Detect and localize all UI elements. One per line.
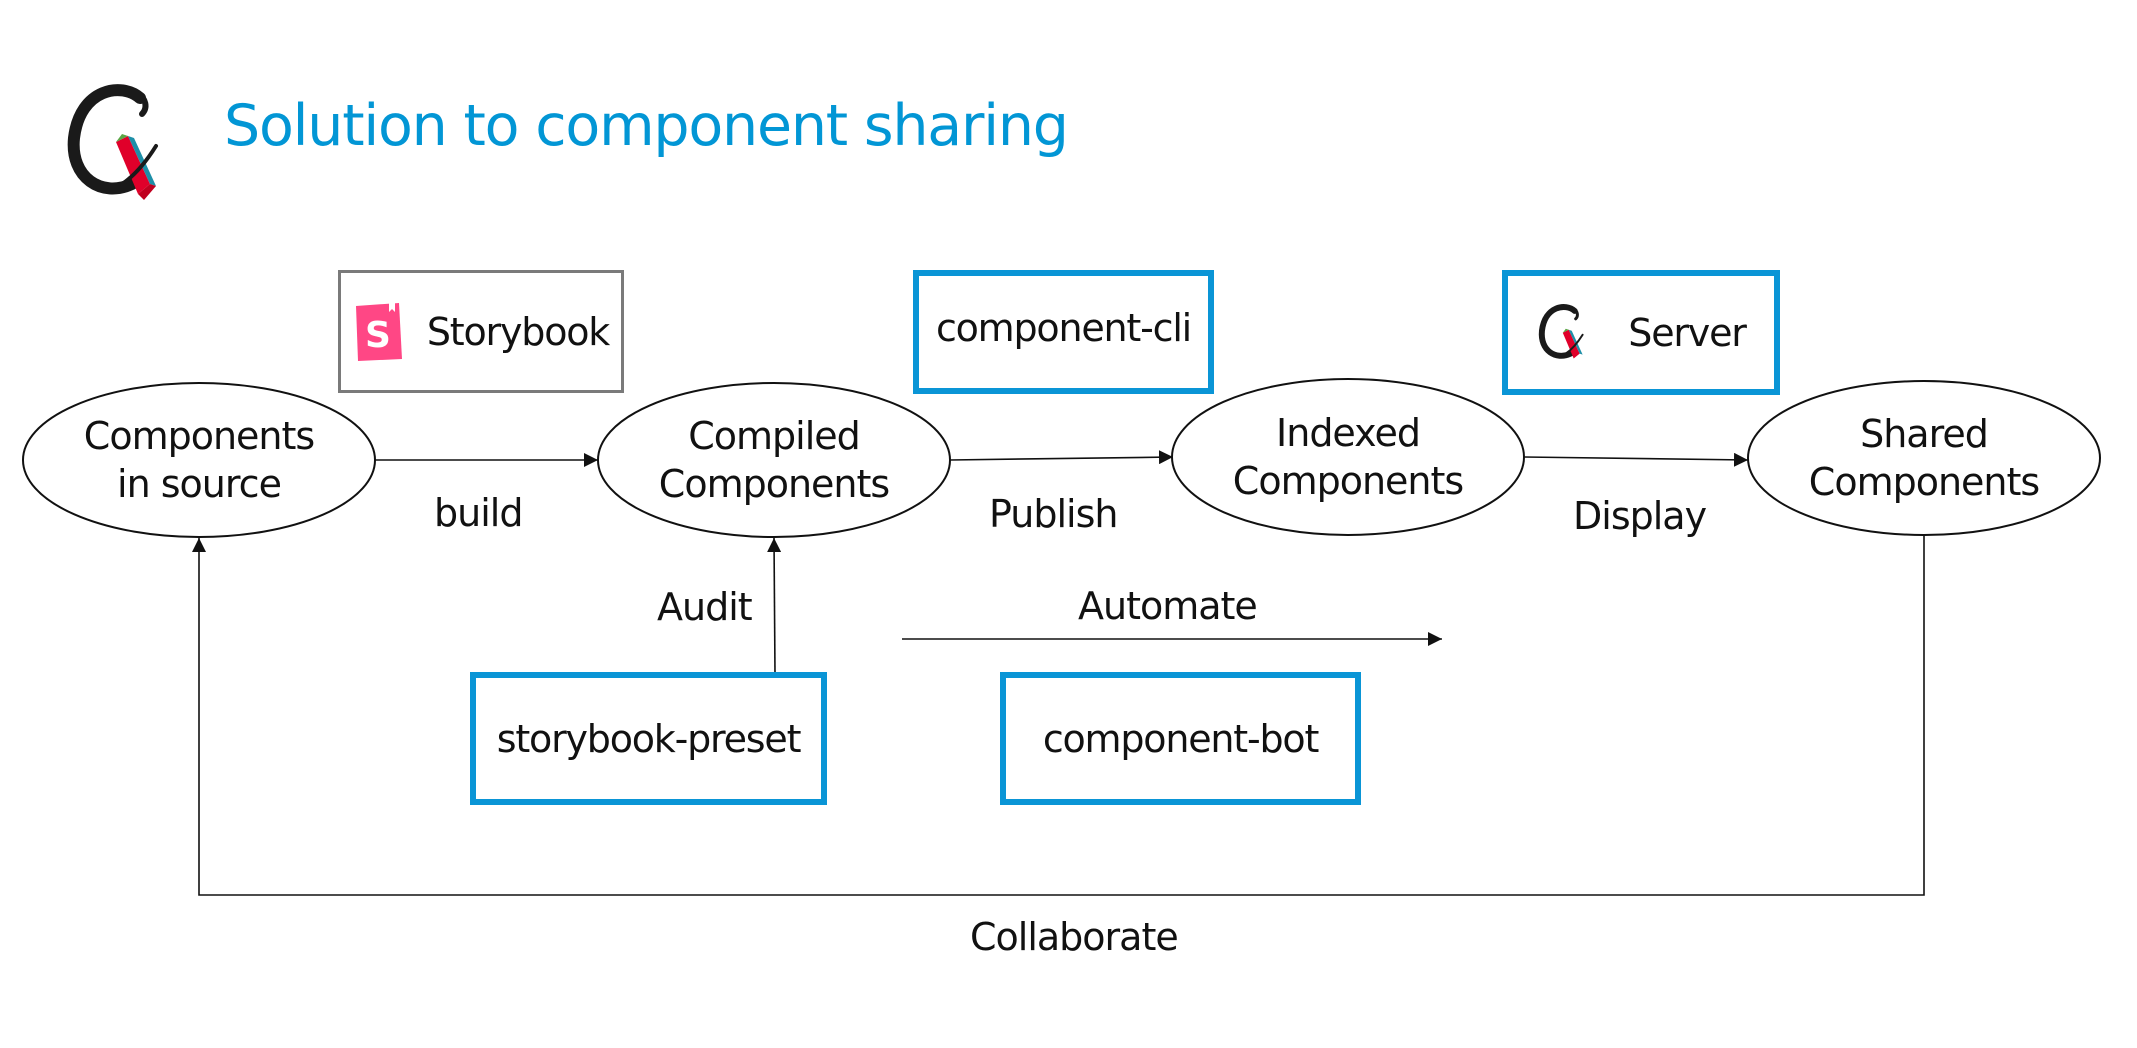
- node-source-line-1: Components: [83, 414, 315, 458]
- component-cli-box[interactable]: component-cli: [913, 270, 1214, 394]
- storybook-label: Storybook: [426, 309, 610, 354]
- node-indexed-label: Indexed Components: [1232, 409, 1464, 505]
- storybook-logo-icon: S: [355, 302, 402, 361]
- storybook-preset-box[interactable]: storybook-preset: [470, 672, 827, 805]
- cx-brand-logo: [1539, 303, 1584, 359]
- node-indexed-line-1: Indexed: [1276, 411, 1421, 455]
- edge-display-arrow: [1523, 452, 1749, 467]
- component-cli-label: component-cli: [935, 306, 1192, 350]
- edge-label-build: build: [434, 491, 523, 535]
- edge-label-audit: Audit: [657, 585, 753, 629]
- node-shared-label: Shared Components: [1808, 410, 2040, 506]
- node-indexed-line-2: Components: [1232, 459, 1464, 503]
- edge-label-publish: Publish: [989, 492, 1118, 536]
- storybook-preset-label: storybook-preset: [496, 716, 802, 761]
- node-compiled-line-2: Components: [658, 462, 890, 506]
- server-label: Server: [1628, 310, 1747, 355]
- edge-label-display: Display: [1573, 494, 1707, 538]
- edge-publish-arrow: [949, 450, 1174, 465]
- server-box[interactable]: Server: [1502, 270, 1780, 395]
- component-bot-label: component-bot: [1042, 716, 1320, 761]
- node-source-label: Components in source: [83, 412, 315, 508]
- edge-audit-arrow: [767, 537, 782, 675]
- node-compiled-line-1: Compiled: [688, 414, 861, 458]
- node-source-line-2: in source: [117, 462, 282, 506]
- storybook-box[interactable]: S Storybook: [338, 270, 624, 393]
- node-shared-line-1: Shared: [1860, 412, 1989, 456]
- node-shared-line-2: Components: [1808, 460, 2040, 504]
- edge-label-collaborate: Collaborate: [970, 915, 1179, 959]
- node-compiled-label: Compiled Components: [658, 412, 890, 508]
- edge-label-automate: Automate: [1078, 584, 1258, 628]
- svg-text:S: S: [365, 315, 391, 356]
- component-bot-box[interactable]: component-bot: [1000, 672, 1361, 805]
